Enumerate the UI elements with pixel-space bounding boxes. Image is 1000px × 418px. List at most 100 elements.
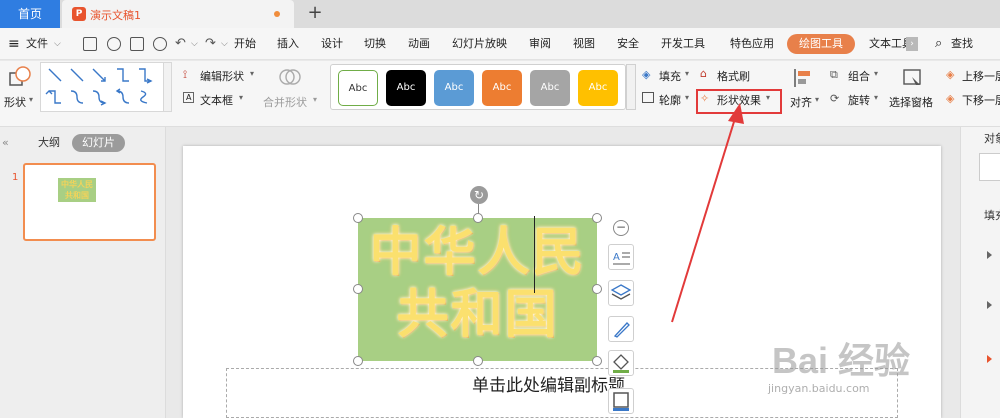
text-box-button[interactable]: 文本框 [200,92,233,108]
resize-handle[interactable] [353,356,363,366]
outline-frame-icon[interactable] [608,388,634,414]
tab-slides[interactable]: 幻灯片 [72,134,125,152]
line-shapes-icon[interactable] [41,63,163,111]
undo-icon[interactable]: ↶ [175,28,186,60]
rotate-button[interactable]: 旋转 [848,92,870,108]
shape-button[interactable]: 形状 [4,94,26,110]
undo-dropdown-icon[interactable]: ⌵ [191,28,198,60]
edit-shape-button[interactable]: 编辑形状 [200,68,244,84]
fill-button[interactable]: 填充 [659,68,681,84]
format-brush-icon[interactable]: ⌂ [700,67,707,80]
group-icon[interactable]: ⧉ [830,68,838,82]
menu-drawing-tools[interactable]: 绘图工具 [787,34,855,54]
rotate-handle-icon[interactable]: ↻ [470,186,488,204]
outline-button[interactable]: 轮廓 [659,92,681,108]
group-dropdown-icon[interactable]: ▾ [874,69,878,78]
selection-pane-button[interactable]: 选择窗格 [889,94,933,110]
menu-developer[interactable]: 开发工具 [661,28,705,60]
merge-shape-button[interactable]: 合并形状 [263,94,307,110]
hamburger-menu-icon[interactable]: ≡ [8,28,20,60]
resize-handle[interactable] [592,284,602,294]
tab-home[interactable]: 首页 [0,0,60,28]
send-backward-button[interactable]: 下移一层 [962,92,1000,108]
menu-review[interactable]: 审阅 [529,28,551,60]
edit-shape-dropdown-icon[interactable]: ▾ [250,69,254,78]
tab-document[interactable]: P 演示文稿1 [62,0,294,28]
fill-bucket-icon[interactable] [608,350,634,376]
shape-icon[interactable] [8,65,32,89]
preview-icon[interactable] [153,37,167,51]
styles-gallery-scroll[interactable] [626,64,636,110]
new-tab-button[interactable]: + [304,2,326,24]
menu-transition[interactable]: 切换 [364,28,386,60]
text-wrap-icon[interactable]: A [608,244,634,270]
redo-icon[interactable]: ↷ [205,28,216,60]
selection-pane-icon[interactable] [902,67,924,89]
shape-styles-gallery[interactable]: Abc Abc Abc Abc Abc Abc [330,64,626,110]
collapse-pane-icon[interactable]: « [2,134,9,152]
format-painter-icon[interactable] [107,37,121,51]
fill-dropdown-icon[interactable]: ▾ [685,69,689,78]
menu-special[interactable]: 特色应用 [730,28,774,60]
print-icon[interactable] [130,37,144,51]
shape-title-text[interactable]: 中华人民 共和国 [358,222,597,346]
search-icon[interactable]: ⌕ [935,28,942,60]
resize-handle[interactable] [473,356,483,366]
menu-file[interactable]: 文件 [26,28,48,60]
menu-search[interactable]: 查找 [951,28,973,60]
layers-icon[interactable] [608,280,634,306]
shapes-gallery[interactable] [40,62,164,112]
group-button[interactable]: 组合 [848,68,870,84]
merge-shape-dropdown-icon[interactable]: ▾ [313,95,317,104]
menu-design[interactable]: 设计 [321,28,343,60]
resize-handle[interactable] [473,213,483,223]
slide-thumbnail[interactable]: 中华人民共和国 [23,163,156,241]
outline-dropdown-icon[interactable]: ▾ [685,93,689,102]
send-backward-icon[interactable]: ◈ [946,92,954,105]
save-icon[interactable] [83,37,97,51]
resize-handle[interactable] [353,213,363,223]
shapes-gallery-scroll[interactable] [163,62,172,112]
property-tab-box[interactable] [979,153,1000,181]
align-button[interactable]: 对齐 [790,94,812,110]
fill-icon[interactable]: ◈ [642,68,650,81]
style-swatch[interactable]: Abc [434,70,474,106]
expand-arrow-icon[interactable] [987,251,992,259]
text-box-icon[interactable]: A [183,92,195,103]
edit-shape-icon[interactable]: ⟟ [183,68,187,82]
text-box-dropdown-icon[interactable]: ▾ [239,93,243,102]
menu-start[interactable]: 开始 [234,28,256,60]
menu-insert[interactable]: 插入 [277,28,299,60]
format-brush-button[interactable]: 格式刷 [717,68,750,84]
menu-scroll-right-icon[interactable]: › [906,37,918,51]
align-icon[interactable] [792,67,814,89]
align-dropdown-icon[interactable]: ▾ [815,95,819,104]
menu-animation[interactable]: 动画 [408,28,430,60]
customize-dropdown-icon[interactable]: ⌵ [221,28,228,60]
style-swatch[interactable]: Abc [386,70,426,106]
style-swatch[interactable]: Abc [578,70,618,106]
outline-icon[interactable] [642,92,654,103]
shape-dropdown-icon[interactable]: ▾ [29,95,33,104]
collapse-toolbar-icon[interactable]: − [613,220,629,236]
style-swatch[interactable]: Abc [482,70,522,106]
file-dropdown-icon[interactable]: ⌵ [54,28,61,60]
resize-handle[interactable] [353,284,363,294]
tab-outline[interactable]: 大纲 [38,134,60,152]
menu-slideshow[interactable]: 幻灯片放映 [452,28,507,60]
merge-shape-icon[interactable] [278,65,302,89]
menu-view[interactable]: 视图 [573,28,595,60]
resize-handle[interactable] [592,356,602,366]
pen-icon[interactable] [608,316,634,342]
expand-arrow-icon[interactable] [987,301,992,309]
expand-arrow-icon[interactable] [987,355,992,363]
bring-forward-button[interactable]: 上移一层 [962,68,1000,84]
style-swatch[interactable]: Abc [338,70,378,106]
rotate-dropdown-icon[interactable]: ▾ [874,93,878,102]
subtitle-placeholder[interactable]: 单击此处编辑副标题 [472,371,625,396]
bring-forward-icon[interactable]: ◈ [946,68,954,81]
menu-security[interactable]: 安全 [617,28,639,60]
rotate-icon[interactable]: ⟳ [830,92,839,105]
resize-handle[interactable] [592,213,602,223]
style-swatch[interactable]: Abc [530,70,570,106]
